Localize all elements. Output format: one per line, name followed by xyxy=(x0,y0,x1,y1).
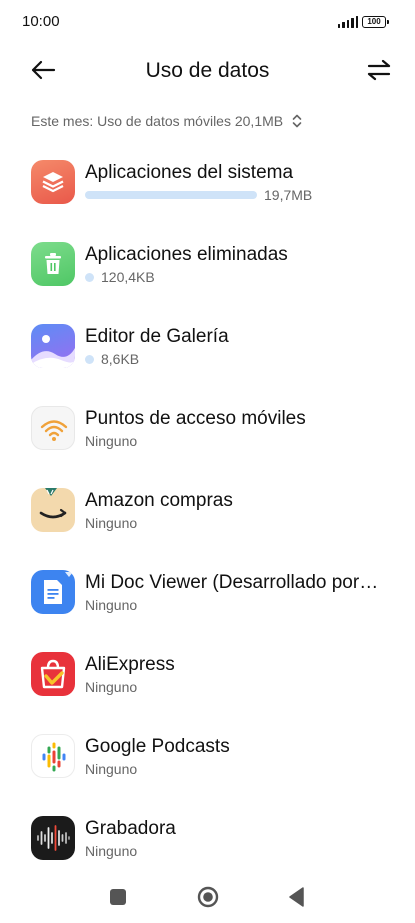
page-title: Uso de datos xyxy=(145,59,270,82)
swap-button[interactable] xyxy=(364,54,394,86)
app-name: Amazon compras xyxy=(85,490,233,511)
list-item-gallery-editor[interactable]: Editor de Galería 8,6KB xyxy=(0,314,415,396)
app-usage: Ninguno xyxy=(85,843,137,859)
usage-value: Ninguno xyxy=(85,761,138,777)
list-item-hotspot[interactable]: Puntos de acceso móviles Ninguno xyxy=(0,396,415,478)
app-usage: 120,4KB xyxy=(85,269,155,285)
usage-value: Ninguno xyxy=(85,679,138,695)
usage-value: 8,6KB xyxy=(101,351,140,367)
signal-icon xyxy=(338,16,359,28)
app-usage: Ninguno xyxy=(85,679,137,695)
app-usage: Ninguno xyxy=(85,761,137,777)
list-item-aliexpress[interactable]: AliExpress Ninguno xyxy=(0,642,415,724)
battery-level: 100 xyxy=(367,17,381,26)
battery-tip xyxy=(387,20,389,24)
swap-arrows-icon xyxy=(367,59,391,81)
app-usage: 8,6KB xyxy=(85,351,139,367)
gallery-icon xyxy=(31,324,75,368)
list-item-system-apps[interactable]: Aplicaciones del sistema 19,7MB xyxy=(0,150,415,232)
app-name: Aplicaciones eliminadas xyxy=(85,244,288,265)
usage-value: Ninguno xyxy=(85,433,138,449)
hotspot-icon xyxy=(31,406,75,450)
app-header: Uso de datos xyxy=(0,46,415,96)
status-time: 10:00 xyxy=(22,13,60,30)
podcasts-icon xyxy=(31,734,75,778)
app-usage: Ninguno xyxy=(85,433,137,449)
document-icon xyxy=(31,570,75,614)
period-filter-label: Este mes: Uso de datos móviles 20,1MB xyxy=(31,113,284,129)
usage-bar xyxy=(85,191,257,199)
battery-icon: 100 xyxy=(362,16,386,28)
app-name: Grabadora xyxy=(85,818,176,839)
app-name: Mi Doc Viewer (Desarrollado por… xyxy=(85,572,379,593)
recents-button[interactable] xyxy=(110,889,126,905)
app-list: Aplicaciones del sistema 19,7MB Aplicaci… xyxy=(0,150,415,888)
usage-value: Ninguno xyxy=(85,843,138,859)
aliexpress-icon xyxy=(31,652,75,696)
trash-icon xyxy=(31,242,75,286)
usage-value: 19,7MB xyxy=(264,187,313,203)
app-usage: Ninguno xyxy=(85,515,137,531)
app-name: Editor de Galería xyxy=(85,326,229,347)
usage-value: Ninguno xyxy=(85,597,138,613)
triangle-back-icon xyxy=(289,887,304,907)
home-circle-icon xyxy=(197,886,219,908)
list-item-deleted-apps[interactable]: Aplicaciones eliminadas 120,4KB xyxy=(0,232,415,314)
period-filter[interactable]: Este mes: Uso de datos móviles 20,1MB xyxy=(31,113,303,129)
status-bar: 10:00 100 xyxy=(0,0,415,44)
list-item-google-podcasts[interactable]: Google Podcasts Ninguno xyxy=(0,724,415,806)
app-usage: Ninguno xyxy=(85,597,137,613)
recorder-icon xyxy=(31,816,75,860)
list-item-amazon[interactable]: Amazon compras Ninguno xyxy=(0,478,415,560)
nav-back-button[interactable] xyxy=(287,886,305,908)
app-name: Puntos de acceso móviles xyxy=(85,408,306,429)
usage-dot xyxy=(85,272,94,282)
usage-dot xyxy=(85,354,94,364)
chevron-updown-icon xyxy=(292,114,302,128)
usage-value: 120,4KB xyxy=(101,269,155,285)
amazon-icon xyxy=(31,488,75,532)
app-name: Google Podcasts xyxy=(85,736,230,757)
app-name: Aplicaciones del sistema xyxy=(85,162,294,183)
usage-value: Ninguno xyxy=(85,515,138,531)
navigation-bar xyxy=(0,873,415,923)
app-name: AliExpress xyxy=(85,654,175,675)
list-item-mi-doc-viewer[interactable]: Mi Doc Viewer (Desarrollado por… Ninguno xyxy=(0,560,415,642)
layers-icon xyxy=(31,160,75,204)
home-button[interactable] xyxy=(197,886,219,908)
app-usage: 19,7MB xyxy=(85,187,312,203)
